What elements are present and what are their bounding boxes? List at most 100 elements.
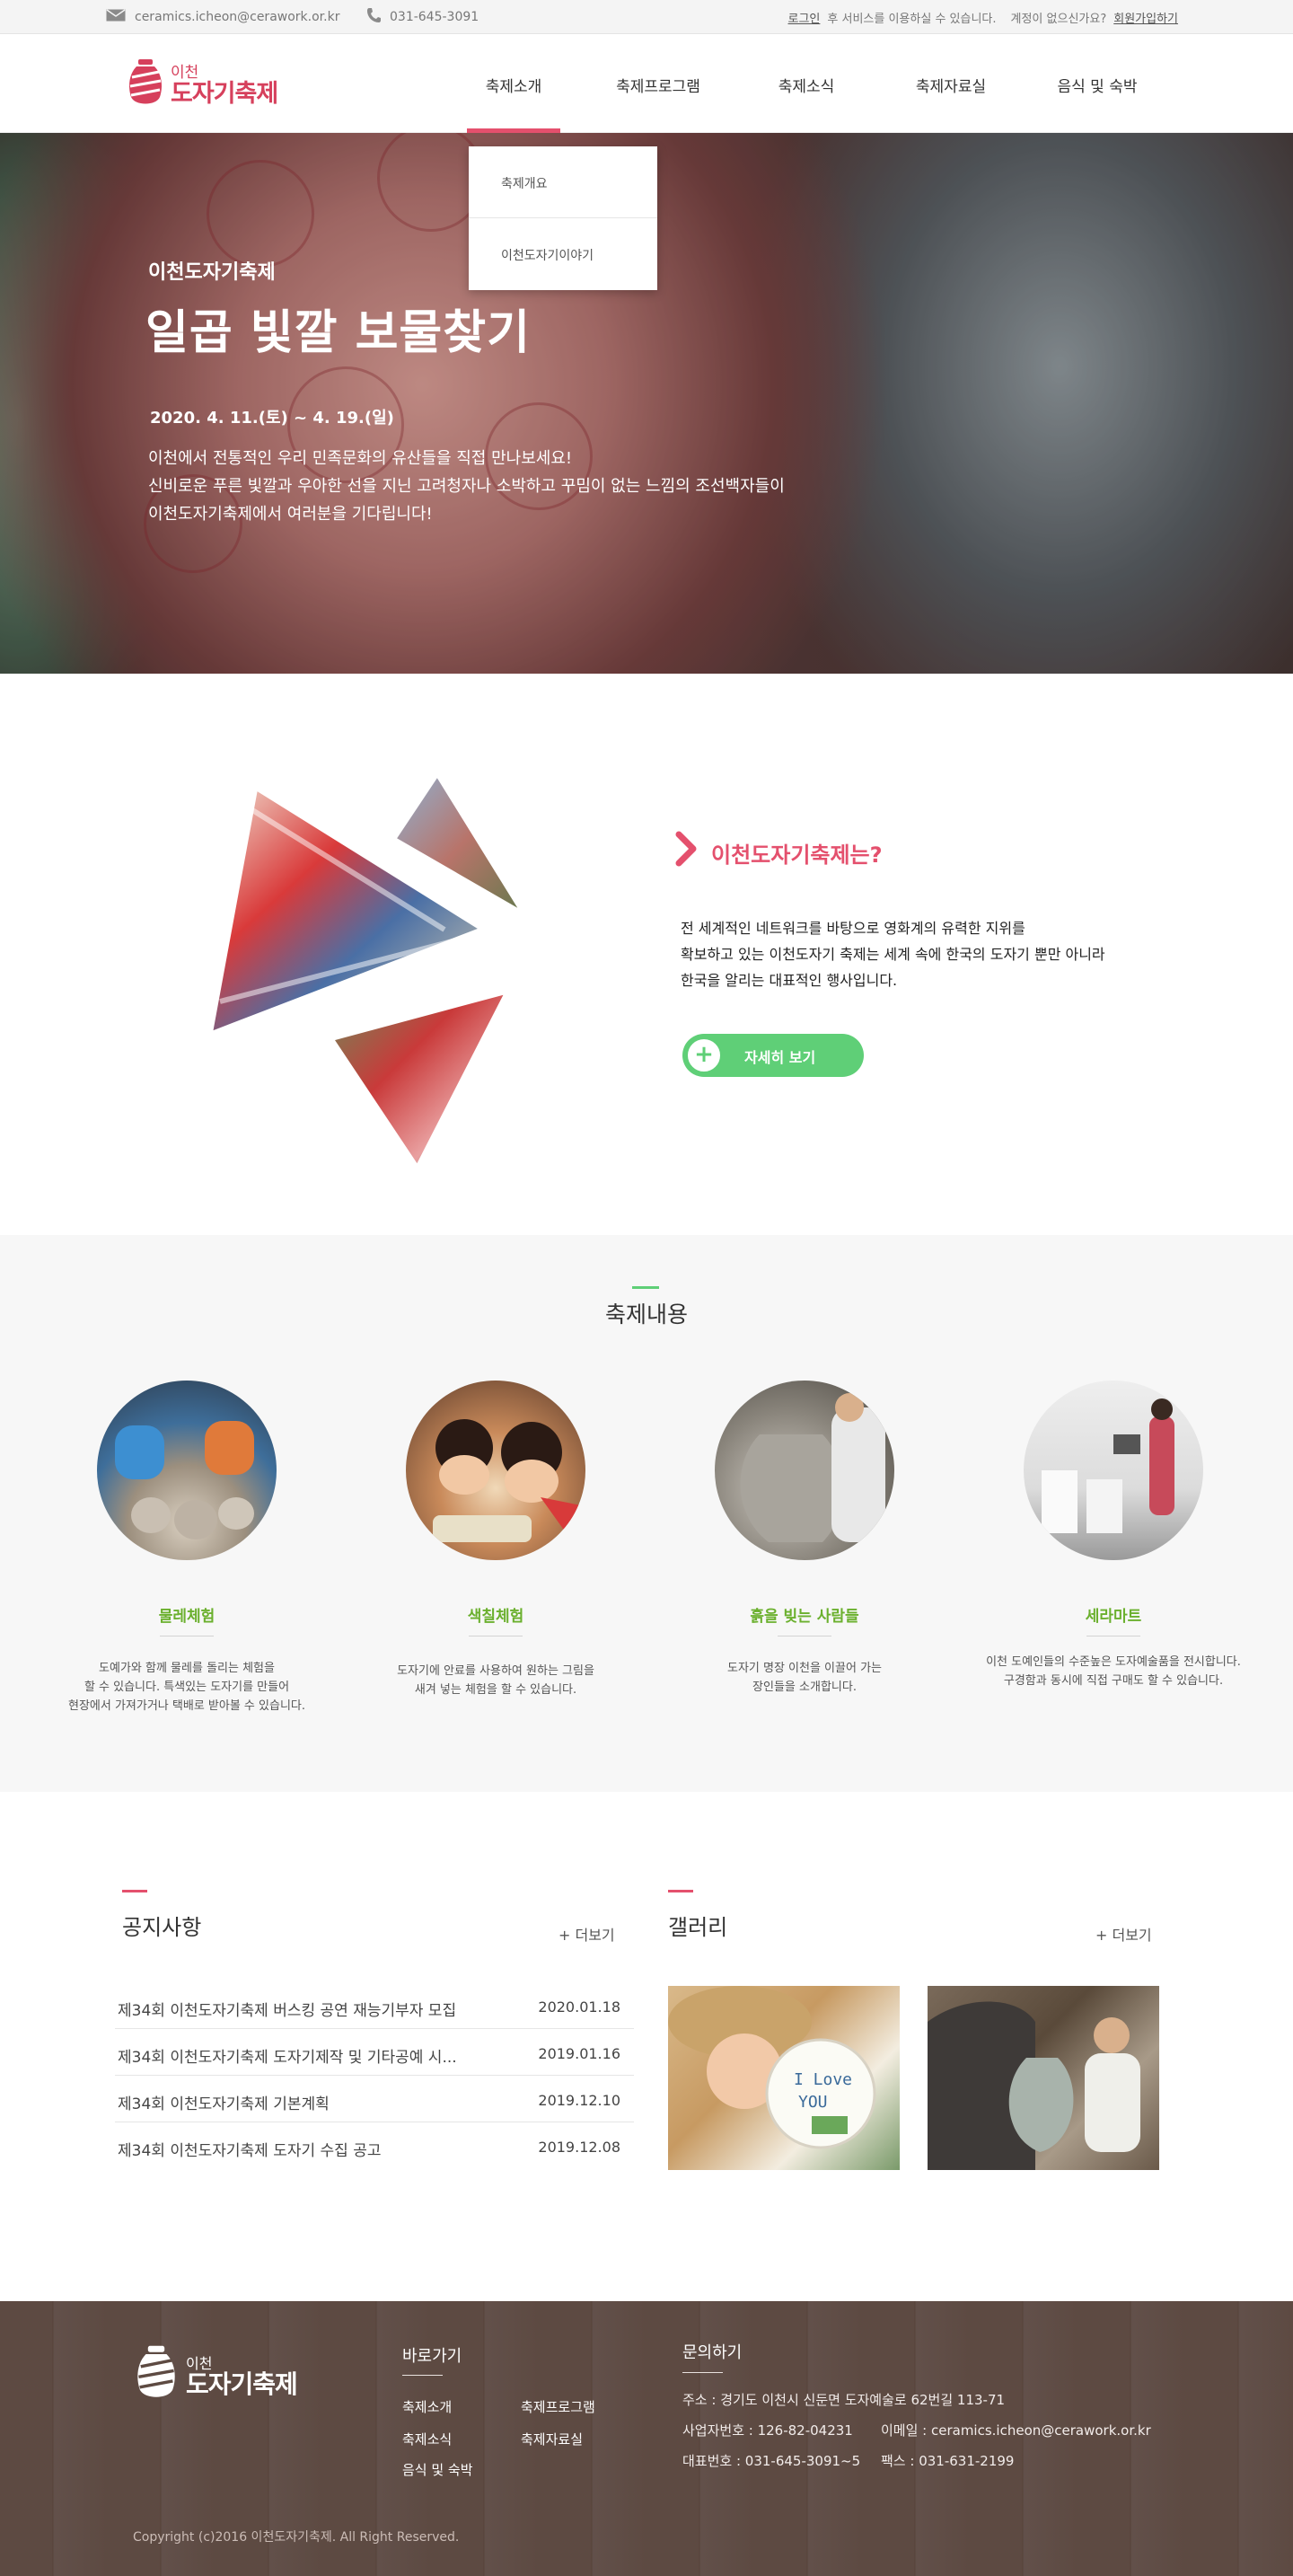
nav-food-lodging[interactable]: 음식 및 숙박 (1057, 74, 1137, 96)
content-title: 색칠체험 (467, 1608, 524, 1626)
hero-desc-line: 이천에서 전통적인 우리 민족문화의 유산들을 직접 만나보세요! (148, 449, 573, 468)
about-text-line: 한국을 알리는 대표적인 행사입니다. (681, 972, 898, 989)
notice-row[interactable]: 제34회 이천도자기축제 도자기 수집 공고 2019.12.08 (115, 2122, 634, 2169)
footer-contact-title: 문의하기 (682, 2343, 743, 2362)
notice-row-date: 2020.01.18 (538, 1998, 620, 2016)
footer-biz-number: 사업자번호 : 126-82-04231 (682, 2422, 853, 2439)
login-area: 로그인 후 서비스를 이용하실 수 있습니다. 계정이 없으신가요? 회원가입하… (788, 0, 1178, 34)
footer-email: 이메일 : ceramics.icheon@cerawork.or.kr (881, 2422, 1151, 2439)
content-desc-line: 현장에서 가져가거나 택배로 받아볼 수 있습니다. (68, 1699, 305, 1713)
notice-row-date: 2019.01.16 (538, 2045, 620, 2062)
dropdown-item-story[interactable]: 이천도자기이야기 (501, 246, 594, 264)
notice-row-title: 제34회 이천도자기축제 버스킹 공연 재능기부자 모집 (118, 2002, 457, 2020)
plus-icon: + (686, 1037, 722, 1073)
view-details-label: 자세히 보기 (744, 1049, 816, 1066)
content-desc-line: 도자기에 안료를 사용하여 원하는 그림을 (397, 1664, 594, 1678)
footer-tel: 대표번호 : 031-645-3091~5 (682, 2453, 861, 2469)
gallery-photo-kiln[interactable] (928, 1986, 1159, 2170)
login-link[interactable]: 로그인 (788, 9, 821, 26)
footer-link-program[interactable]: 축제프로그램 (521, 2397, 595, 2416)
view-details-button[interactable]: + 자세히 보기 (682, 1034, 864, 1077)
email-text: ceramics.icheon@cerawork.or.kr (135, 10, 340, 24)
content-title: 흙을 빚는 사람들 (750, 1608, 859, 1626)
mail-icon (106, 9, 126, 25)
dropdown-divider (469, 217, 657, 218)
gallery-photo-child[interactable]: I Love YOU (668, 1986, 900, 2170)
content-photo-potter[interactable] (715, 1381, 894, 1560)
festival-contents-section: 축제내용 물레체험 색칠체험 흙을 빚는 사람들 세라마트 도예가와 함께 물레… (0, 1235, 1293, 1792)
logo-big-text: 도자기축제 (171, 80, 278, 108)
footer-link-news[interactable]: 축제소식 (402, 2430, 452, 2448)
dropdown-item-overview[interactable]: 축제개요 (501, 174, 548, 192)
content-desc-line: 할 수 있습니다. 특색있는 도자기를 만들어 (84, 1681, 290, 1694)
notice-more-link[interactable]: + 더보기 (559, 1923, 615, 1945)
content-desc-line: 도자기 명장 이천을 이끌어 가는 (726, 1662, 882, 1675)
notice-row-title: 제34회 이천도자기축제 도자기제작 및 기타공예 시... (118, 2049, 457, 2067)
footer-quick-title: 바로가기 (402, 2347, 462, 2366)
login-notice: 후 서비스를 이용하실 수 있습니다. (827, 12, 997, 26)
pottery-logo-icon (128, 57, 163, 115)
collage-photo-kids (323, 984, 516, 1177)
email-info: ceramics.icheon@cerawork.or.kr (106, 0, 339, 34)
footer-link-intro[interactable]: 축제소개 (402, 2397, 452, 2416)
nav-festival-archive[interactable]: 축제자료실 (916, 74, 986, 96)
phone-info: 031-645-3091 (366, 0, 479, 34)
content-desc-line: 도예가와 함께 물레를 돌리는 체험을 (99, 1662, 275, 1675)
hero-title: 일곱 빛깔 보물찾기 (145, 306, 531, 360)
content-description: 도자기에 안료를 사용하여 원하는 그림을 새겨 넣는 체험을 할 수 있습니다… (341, 1662, 650, 1699)
copyright: Copyright (c)2016 이천도자기축제. All Right Res… (133, 2530, 460, 2545)
about-text-line: 확보하고 있는 이천도자기 축제는 세계 속에 한국의 도자기 뿐만 아니라 (681, 946, 1105, 963)
site-logo[interactable]: 이천 도자기축제 (128, 57, 278, 115)
notice-row[interactable]: 제34회 이천도자기축제 버스킹 공연 재능기부자 모집 2020.01.18 (115, 1982, 634, 2029)
svg-text:YOU: YOU (798, 2093, 828, 2112)
no-account-text: 계정이 없으신가요? (1010, 12, 1107, 26)
gallery-more-link[interactable]: + 더보기 (1095, 1923, 1152, 1945)
content-description: 이천 도예인들의 수준높은 도자예술품을 전시합니다. 구경함과 동시에 직접 … (959, 1653, 1268, 1690)
signup-link[interactable]: 회원가입하기 (1113, 9, 1178, 26)
gallery-title: 갤러리 (668, 1915, 728, 1940)
phone-text: 031-645-3091 (390, 10, 479, 24)
notice-row[interactable]: 제34회 이천도자기축제 도자기제작 및 기타공예 시... 2019.01.1… (115, 2029, 634, 2076)
footer-divider (682, 2372, 723, 2373)
content-title: 물레체험 (158, 1608, 216, 1626)
nav-festival-intro[interactable]: 축제소개 (486, 74, 542, 96)
footer-link-archive[interactable]: 축제자료실 (521, 2430, 583, 2448)
nav-festival-news[interactable]: 축제소식 (778, 74, 835, 96)
hero-subtitle: 이천도자기축제 (148, 261, 276, 284)
pottery-logo-icon (136, 2343, 177, 2410)
content-photo-ceramart[interactable] (1024, 1381, 1203, 1560)
contents-heading: 축제내용 (604, 1301, 688, 1328)
about-title: 이천도자기축제는? (711, 842, 883, 868)
phone-icon (366, 7, 381, 27)
footer-logo[interactable]: 이천 도자기축제 (136, 2343, 298, 2410)
top-bar: ceramics.icheon@cerawork.or.kr 031-645-3… (0, 0, 1293, 34)
content-photo-wheel[interactable] (97, 1381, 277, 1560)
triangle-photo-collage (203, 768, 535, 1177)
hero-date: 2020. 4. 11.(토) ~ 4. 19.(일) (150, 409, 394, 428)
content-desc-line: 구경함과 동시에 직접 구매도 할 수 있습니다. (1003, 1674, 1224, 1688)
footer-address: 주소 : 경기도 이천시 신둔면 도자예술로 62번길 113-71 (682, 2392, 1006, 2408)
footer: 이천 도자기축제 바로가기 축제소개 축제프로그램 축제소식 축제자료실 음식 … (0, 2301, 1293, 2576)
hero-description: 이천에서 전통적인 우리 민족문화의 유산들을 직접 만나보세요! 신비로운 푸… (148, 445, 785, 528)
footer-fax: 팩스 : 031-631-2199 (881, 2453, 1015, 2469)
gallery-accent-bar (668, 1890, 693, 1892)
header: 이천 도자기축제 축제소개 축제프로그램 축제소식 축제자료실 음식 및 숙박 (0, 34, 1293, 133)
hero-desc-line: 이천도자기축제에서 여러분을 기다립니다! (148, 505, 433, 524)
nav-festival-program[interactable]: 축제프로그램 (616, 74, 700, 96)
notice-row[interactable]: 제34회 이천도자기축제 기본계획 2019.12.10 (115, 2076, 634, 2122)
footer-logo-small: 이천 (186, 2354, 213, 2372)
about-description: 전 세계적인 네트워크를 바탕으로 영화계의 유력한 지위를 확보하고 있는 이… (681, 915, 1105, 993)
content-description: 도예가와 함께 물레를 돌리는 체험을 할 수 있습니다. 특색있는 도자기를 … (32, 1659, 341, 1716)
notice-row-date: 2019.12.10 (538, 2092, 620, 2109)
content-title: 세라마트 (1085, 1608, 1142, 1626)
notice-row-date: 2019.12.08 (538, 2139, 620, 2156)
content-description: 도자기 명장 이천을 이끌어 가는 장인들을 소개합니다. (650, 1659, 959, 1697)
logo-small-text: 이천 (171, 64, 199, 82)
notice-row-title: 제34회 이천도자기축제 기본계획 (118, 2095, 330, 2113)
content-photo-paint[interactable] (406, 1381, 585, 1560)
footer-link-food[interactable]: 음식 및 숙박 (402, 2460, 473, 2479)
content-desc-line: 새겨 넣는 체험을 할 수 있습니다. (414, 1683, 577, 1697)
notice-row-title: 제34회 이천도자기축제 도자기 수집 공고 (118, 2142, 382, 2160)
about-text-line: 전 세계적인 네트워크를 바탕으로 영화계의 유력한 지위를 (681, 920, 1025, 937)
svg-text:I Love: I Love (794, 2070, 852, 2089)
